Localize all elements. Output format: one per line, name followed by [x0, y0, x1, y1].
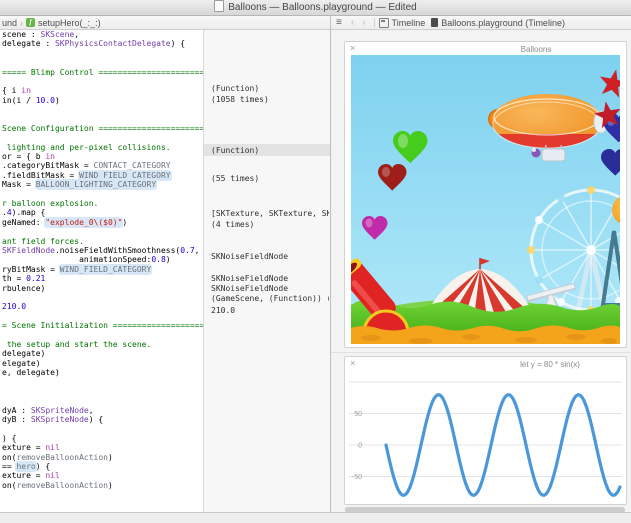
chart-card-title: let y = 80 * sin(x)	[520, 360, 580, 369]
result-item[interactable]: [SKTexture, SKTexture, SKTe…	[211, 209, 329, 219]
related-items-icon[interactable]: ≡	[336, 17, 342, 28]
balloons-scene-canvas	[351, 55, 620, 344]
window-title: Balloons — Balloons.playground — Edited	[228, 2, 417, 13]
code-line: ===== Blimp Control ====================…	[2, 67, 203, 77]
y-axis-tick-label: -50	[352, 474, 362, 481]
code-line: lighting and per-pixel collisions.	[2, 142, 171, 152]
result-item[interactable]: (Function)	[211, 146, 329, 156]
code-line: { i in	[2, 86, 31, 96]
result-item[interactable]: SKNoiseFieldNode	[211, 252, 329, 262]
code-line: .4).map {	[2, 208, 46, 218]
timeline-view-icon	[378, 17, 389, 28]
timeline-doc-label[interactable]: Balloons.playground (Timeline)	[441, 18, 565, 28]
result-item[interactable]: (1058 times)	[211, 95, 329, 105]
close-icon[interactable]: ×	[350, 359, 355, 368]
scene-card-header: × Balloons	[345, 42, 626, 55]
editor-jumpbar: und › f setupHero(_:_:)	[0, 16, 332, 30]
sine-chart: 50 0 -50	[345, 374, 626, 504]
breadcrumb-path[interactable]: und	[2, 18, 17, 28]
y-axis-tick-label: 0	[358, 443, 362, 450]
result-item[interactable]: SKNoiseFieldNode	[211, 284, 329, 294]
result-item[interactable]: (Function)	[211, 84, 329, 94]
scene-card-title: Balloons	[520, 45, 552, 54]
code-line: rbulence)	[2, 283, 46, 293]
code-line: exture = nil	[2, 471, 60, 481]
code-line: SKFieldNode.noiseFieldWithSmoothness(0.7…	[2, 245, 200, 255]
timeline-row-divider	[331, 352, 631, 353]
code-line: elegate)	[2, 358, 41, 368]
timeline-jumpbar: ≡ ‹ › Timeline Balloons.playground (Time…	[330, 16, 631, 30]
result-item[interactable]: (GameScene, (Function)) ((F…	[211, 294, 329, 304]
code-lines: scene : SKScene, delegate : SKPhysicsCont…	[2, 30, 203, 490]
scene-card: × Balloons	[344, 41, 627, 348]
code-line: on(removeBalloonAction)	[2, 452, 113, 462]
result-item[interactable]: SKNoiseFieldNode	[211, 274, 329, 284]
code-line: delegate)	[2, 349, 46, 359]
document-icon	[214, 0, 225, 12]
code-line: th = 0.21	[2, 274, 46, 284]
source-editor[interactable]: scene : SKScene, delegate : SKPhysicsCont…	[0, 30, 203, 512]
sine-chart-svg: 50 0 -50	[349, 381, 622, 497]
code-line: e, delegate)	[2, 368, 60, 378]
code-line: on(removeBalloonAction)	[2, 480, 113, 490]
code-line: r balloon explosion.	[2, 199, 99, 209]
window-titlebar: Balloons — Balloons.playground — Edited	[0, 0, 631, 16]
chart-card: × let y = 80 * sin(x) 50 0 -50	[344, 356, 627, 505]
close-icon[interactable]: ×	[350, 44, 355, 53]
code-line: dyA : SKSpriteNode,	[2, 405, 94, 415]
code-line: or = { b in	[2, 152, 55, 162]
window-bottom-bar	[0, 512, 631, 523]
code-line: the setup and start the scene.	[2, 339, 152, 349]
code-line: ryBitMask = WIND_FIELD_CATEGORY	[2, 264, 152, 274]
timeline-panel: × Balloons × let y = 80 * sin(x) 50 0 -5…	[330, 30, 631, 512]
back-icon[interactable]: ‹	[351, 17, 354, 28]
code-line: animationSpeed:0.8)	[2, 255, 171, 265]
code-line: 210.0	[2, 302, 27, 312]
jumpbar-divider	[373, 18, 375, 27]
balloons-scene	[351, 55, 620, 344]
code-line: in(i / 10.0)	[2, 95, 60, 105]
code-line: delegate : SKPhysicsContactDelegate) {	[2, 39, 186, 49]
code-line: geNamed: "explode_0\($0)")	[2, 217, 128, 227]
code-line: dyB : SKSpriteNode) {	[2, 415, 104, 425]
y-axis-tick-label: 50	[354, 411, 362, 418]
code-line: .categoryBitMask = CONTACT_CATEGORY	[2, 161, 171, 171]
forward-icon[interactable]: ›	[362, 17, 365, 28]
timeline-view-label[interactable]: Timeline	[392, 18, 426, 28]
code-line: Mask = BALLOON_LIGHTING_CATEGORY	[2, 180, 157, 190]
function-icon: f	[26, 18, 36, 27]
result-item[interactable]: 210.0	[211, 306, 329, 316]
code-line: scene : SKScene,	[2, 30, 80, 39]
code-line: == hero) {	[2, 461, 51, 471]
playground-doc-icon	[431, 18, 439, 27]
code-line: = Scene Initialization =================…	[2, 321, 203, 331]
code-line: ) {	[2, 433, 17, 443]
breadcrumb-separator: ›	[20, 17, 24, 28]
result-item[interactable]: (55 times)	[211, 174, 329, 184]
code-line: ant field forces.	[2, 236, 84, 246]
chart-card-header: × let y = 80 * sin(x)	[345, 357, 626, 370]
code-line: Scene Configuration ====================…	[2, 123, 203, 133]
breadcrumb-symbol[interactable]: setupHero(_:_:)	[38, 18, 101, 28]
result-item[interactable]: (4 times)	[211, 220, 329, 230]
code-line: .fieldBitMask = WIND_FIELD_CATEGORY	[2, 170, 171, 180]
code-line: exture = nil	[2, 443, 60, 453]
results-column: (Function) (1058 times) (Function) (55 time…	[203, 30, 331, 512]
